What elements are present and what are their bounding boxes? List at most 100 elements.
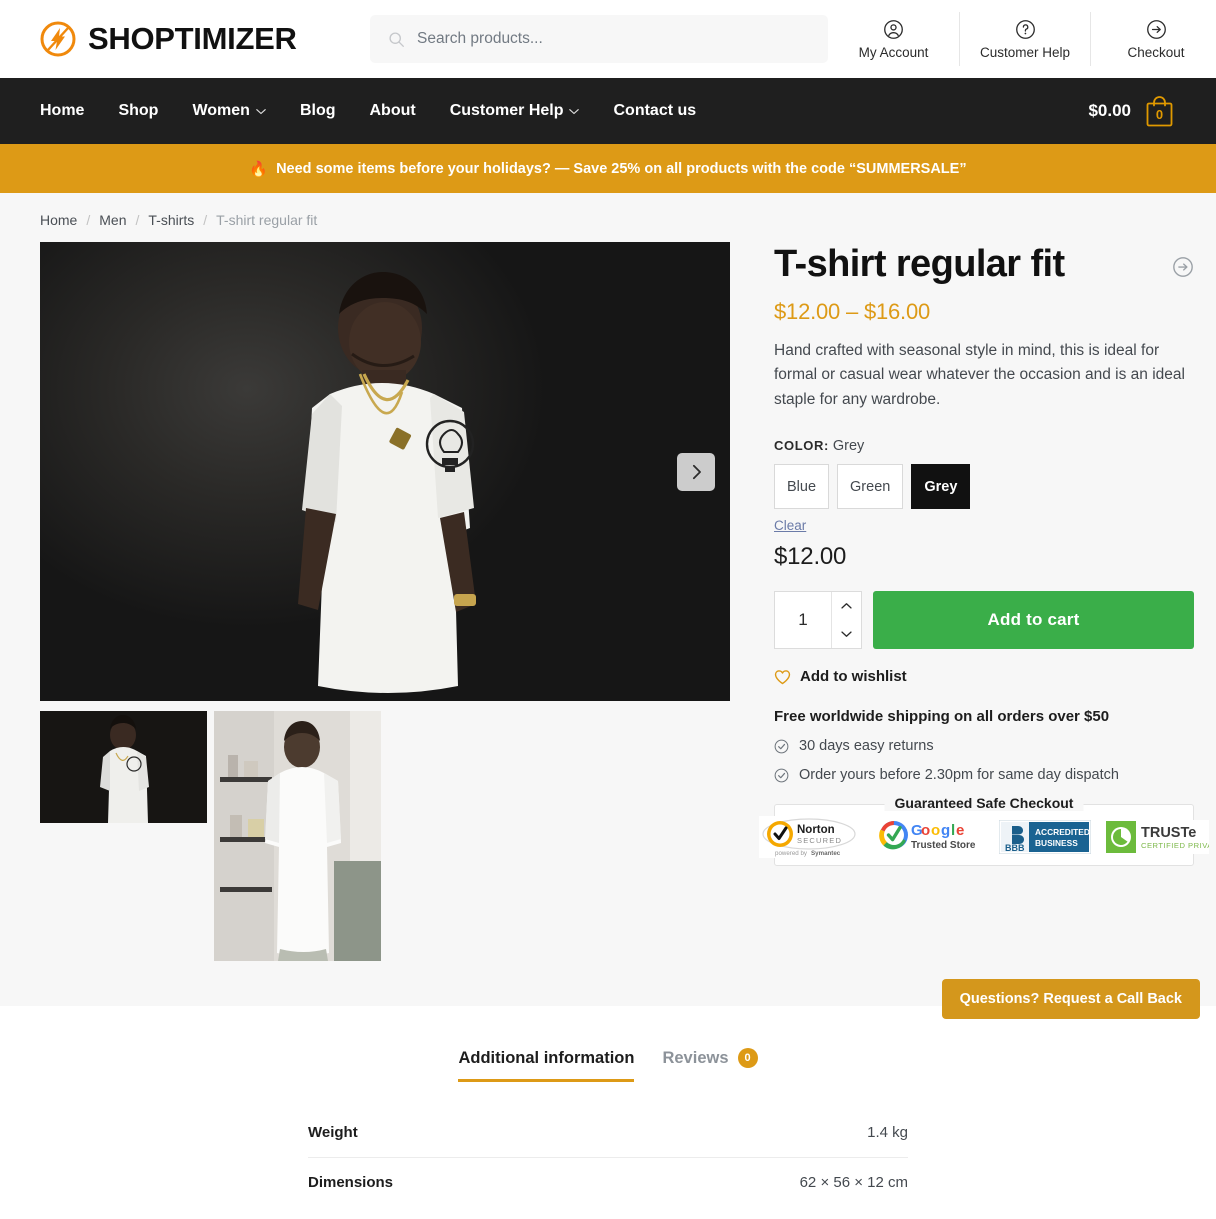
product-main-image[interactable] [40,242,730,701]
svg-text:BBB: BBB [1005,843,1025,853]
product-title: T-shirt regular fit [774,243,1065,285]
question-circle-icon [1015,19,1035,39]
nav-item-contact-us[interactable]: Contact us [596,102,713,120]
table-row-label: Dimensions [308,1174,394,1191]
header-action-label: My Account [858,44,929,60]
svg-text:ACCREDITED: ACCREDITED [1035,827,1090,837]
add-to-cart-button[interactable]: Add to cart [873,591,1194,650]
nav-item-home[interactable]: Home [40,102,101,120]
nav-item-label: Shop [118,102,159,119]
brand-logo[interactable]: SHOPTIMIZER [40,21,370,57]
color-swatch-grey[interactable]: Grey [911,464,971,510]
nav-item-label: About [369,102,416,119]
thumbnail-figure [40,711,207,823]
trust-badge-bbb-accredited: BBB ACCREDITED BUSINESS [999,817,1091,857]
header-action-my-account[interactable]: My Account [828,12,959,66]
color-swatch-blue[interactable]: Blue [774,464,830,510]
product-short-description: Hand crafted with seasonal style in mind… [774,341,1185,408]
header-action-customer-help[interactable]: Customer Help [959,12,1090,66]
svg-text:o: o [931,822,940,839]
svg-text:TRUSTe: TRUSTe [1141,825,1196,841]
svg-text:e: e [956,822,964,839]
quantity-stepper[interactable] [774,591,862,650]
clear-selection-link[interactable]: Clear [774,518,806,533]
table-row: Dimensions 62 × 56 × 12 cm [308,1158,908,1208]
lightning-bolt-logo-icon [40,21,76,57]
nav-item-label: Women [192,102,250,119]
quantity-input[interactable] [775,592,831,649]
table-row-value: 62 × 56 × 12 cm [799,1174,908,1191]
check-circle-icon [774,739,789,754]
gallery-thumbnails [40,711,730,961]
nav-item-label: Customer Help [449,102,564,119]
safe-checkout-box: Guaranteed Safe Checkout Norton SECURED … [759,795,1209,867]
nav-item-about[interactable]: About [352,102,432,120]
cart-widget[interactable]: $0.00 0 [1088,94,1176,129]
svg-text:l: l [951,822,955,839]
product-section: Home / Men / T-shirts / T-shirt regular … [0,193,1216,1019]
quantity-decrement-button[interactable] [832,620,861,649]
svg-text:powered by: powered by [775,850,808,857]
reviews-count-badge: 0 [737,1048,758,1068]
gallery-thumbnail[interactable] [40,711,207,823]
product-summary: T-shirt regular fit $12.00 – $16.00 Hand… [759,242,1209,961]
search-input[interactable] [417,30,810,48]
quantity-increment-button[interactable] [832,592,861,621]
trust-badge-google-trusted-store: G o o g l e Trusted Store [877,815,985,858]
breadcrumb-current: T-shirt regular fit [216,212,318,228]
breadcrumb-item-tshirts[interactable]: T-shirts [148,212,194,228]
color-swatch-green[interactable]: Green [837,464,904,510]
tab-reviews[interactable]: Reviews 0 [662,1048,758,1082]
svg-text:CERTIFIED PRIVACY: CERTIFIED PRIVACY [1141,841,1209,850]
table-row-value: 1.4 kg [571,1108,908,1158]
safe-checkout-title: Guaranteed Safe Checkout [884,795,1084,812]
product-grid: T-shirt regular fit $12.00 – $16.00 Hand… [40,242,1209,961]
tab-label: Reviews [662,1048,729,1067]
svg-text:g: g [941,822,950,839]
breadcrumb-item-men[interactable]: Men [99,212,126,228]
svg-text:BUSINESS: BUSINESS [1035,838,1078,848]
main-navigation: Home Shop Women Blog About Customer Help… [0,78,1216,144]
header-action-label: Customer Help [979,44,1071,60]
promo-banner[interactable]: 🔥 Need some items before your holidays? … [0,144,1216,193]
nav-item-customer-help[interactable]: Customer Help [433,102,597,120]
header-action-checkout[interactable]: Checkout [1090,12,1216,66]
attribute-label-text: COLOR: [774,438,829,454]
add-to-wishlist-button[interactable]: Add to wishlist [774,668,1194,685]
thumbnail-figure [214,711,381,961]
product-selected-price: $12.00 [774,543,847,571]
wishlist-label: Add to wishlist [800,668,907,686]
svg-text:Symantec: Symantec [811,850,841,857]
gallery-thumbnail[interactable] [214,711,381,961]
nav-item-blog[interactable]: Blog [283,102,353,120]
nav-item-women[interactable]: Women [175,102,282,120]
site-header: SHOPTIMIZER My Account Customer Help [0,0,1216,78]
search-box[interactable] [370,15,828,63]
table-row-label: Weight [308,1108,572,1158]
nav-item-shop[interactable]: Shop [101,102,175,120]
chevron-up-icon [841,603,852,609]
table-row: Weight 1.4 kg [308,1108,908,1158]
product-title-row: T-shirt regular fit [774,243,1194,286]
arrow-right-circle-icon [1146,19,1166,39]
check-circle-icon [774,768,789,783]
google-trusted-store-badge-icon: G o o g l e Trusted Store [877,815,985,858]
heart-icon [774,669,791,684]
shopping-bag-icon[interactable]: 0 [1143,94,1176,129]
tab-additional-information[interactable]: Additional information [458,1048,635,1082]
cart-count: 0 [1155,106,1164,122]
breadcrumb-item-home[interactable]: Home [40,212,77,228]
brand-name: SHOPTIMIZER [88,21,297,56]
header-actions: My Account Customer Help Checkout [828,12,1216,66]
breadcrumb-separator: / [86,212,91,228]
truste-certified-privacy-badge-icon: TRUSTe CERTIFIED PRIVACY [1105,819,1209,854]
feature-returns: 30 days easy returns [774,738,1194,754]
request-call-back-button[interactable]: Questions? Request a Call Back [941,979,1200,1019]
main-image-figure [298,272,476,693]
arrow-right-circle-icon[interactable] [1172,256,1194,278]
chevron-down-icon [569,108,580,114]
svg-text:o: o [921,822,930,839]
gallery-next-button[interactable] [677,452,715,491]
attribute-color-label: COLOR: Grey [774,438,1194,454]
trust-badge-truste: TRUSTe CERTIFIED PRIVACY [1105,817,1209,857]
